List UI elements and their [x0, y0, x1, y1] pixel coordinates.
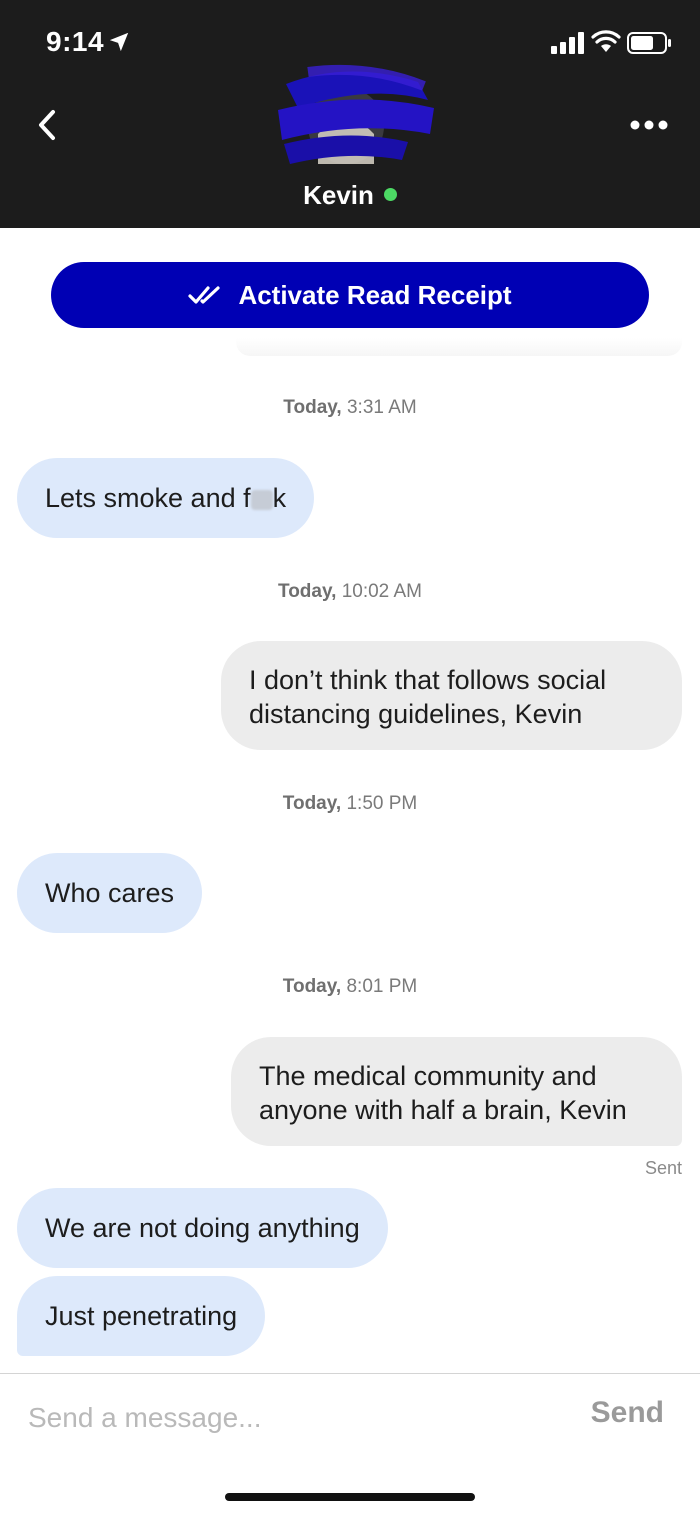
battery-icon: [627, 32, 671, 54]
activate-read-receipt-button[interactable]: Activate Read Receipt: [51, 262, 649, 328]
message-timestamp: Today, 8:01 PM: [282, 976, 418, 997]
chat-header: 9:14 Kevin: [0, 0, 700, 228]
back-chevron-icon[interactable]: [28, 104, 68, 146]
incoming-message-bubble[interactable]: Lets smoke and fk: [17, 458, 315, 538]
cellular-signal-icon: [551, 32, 584, 54]
more-options-icon[interactable]: [626, 110, 672, 140]
outgoing-message-bubble[interactable]: I don’t think that follows social distan…: [221, 641, 682, 750]
wifi-icon: [591, 30, 621, 52]
message-timestamp: Today, 10:02 AM: [278, 581, 422, 602]
sent-status: Sent: [644, 1158, 682, 1178]
incoming-message-bubble[interactable]: Who cares: [17, 853, 203, 933]
double-check-icon: [188, 286, 221, 304]
divider: [236, 338, 682, 356]
contact-name-row[interactable]: Kevin: [0, 180, 700, 211]
incoming-message-bubble[interactable]: Just penetrating: [17, 1276, 266, 1356]
online-status-dot: [383, 188, 397, 201]
message-timestamp: Today, 3:31 AM: [283, 397, 417, 418]
outgoing-message-bubble[interactable]: The medical community and anyone with ha…: [231, 1037, 682, 1146]
message-input[interactable]: [28, 1396, 548, 1440]
censor-blur: [250, 490, 273, 510]
contact-name: Kevin: [303, 180, 374, 210]
location-arrow-icon: [109, 32, 129, 52]
status-bar-time: 9:14: [46, 26, 105, 57]
avatar[interactable]: [278, 64, 438, 174]
send-button[interactable]: Send: [591, 1396, 664, 1430]
home-indicator[interactable]: [225, 1493, 475, 1501]
incoming-message-bubble[interactable]: We are not doing anything: [17, 1188, 388, 1268]
read-receipt-label: Activate Read Receipt: [238, 279, 512, 310]
message-timestamp: Today, 1:50 PM: [282, 793, 418, 814]
